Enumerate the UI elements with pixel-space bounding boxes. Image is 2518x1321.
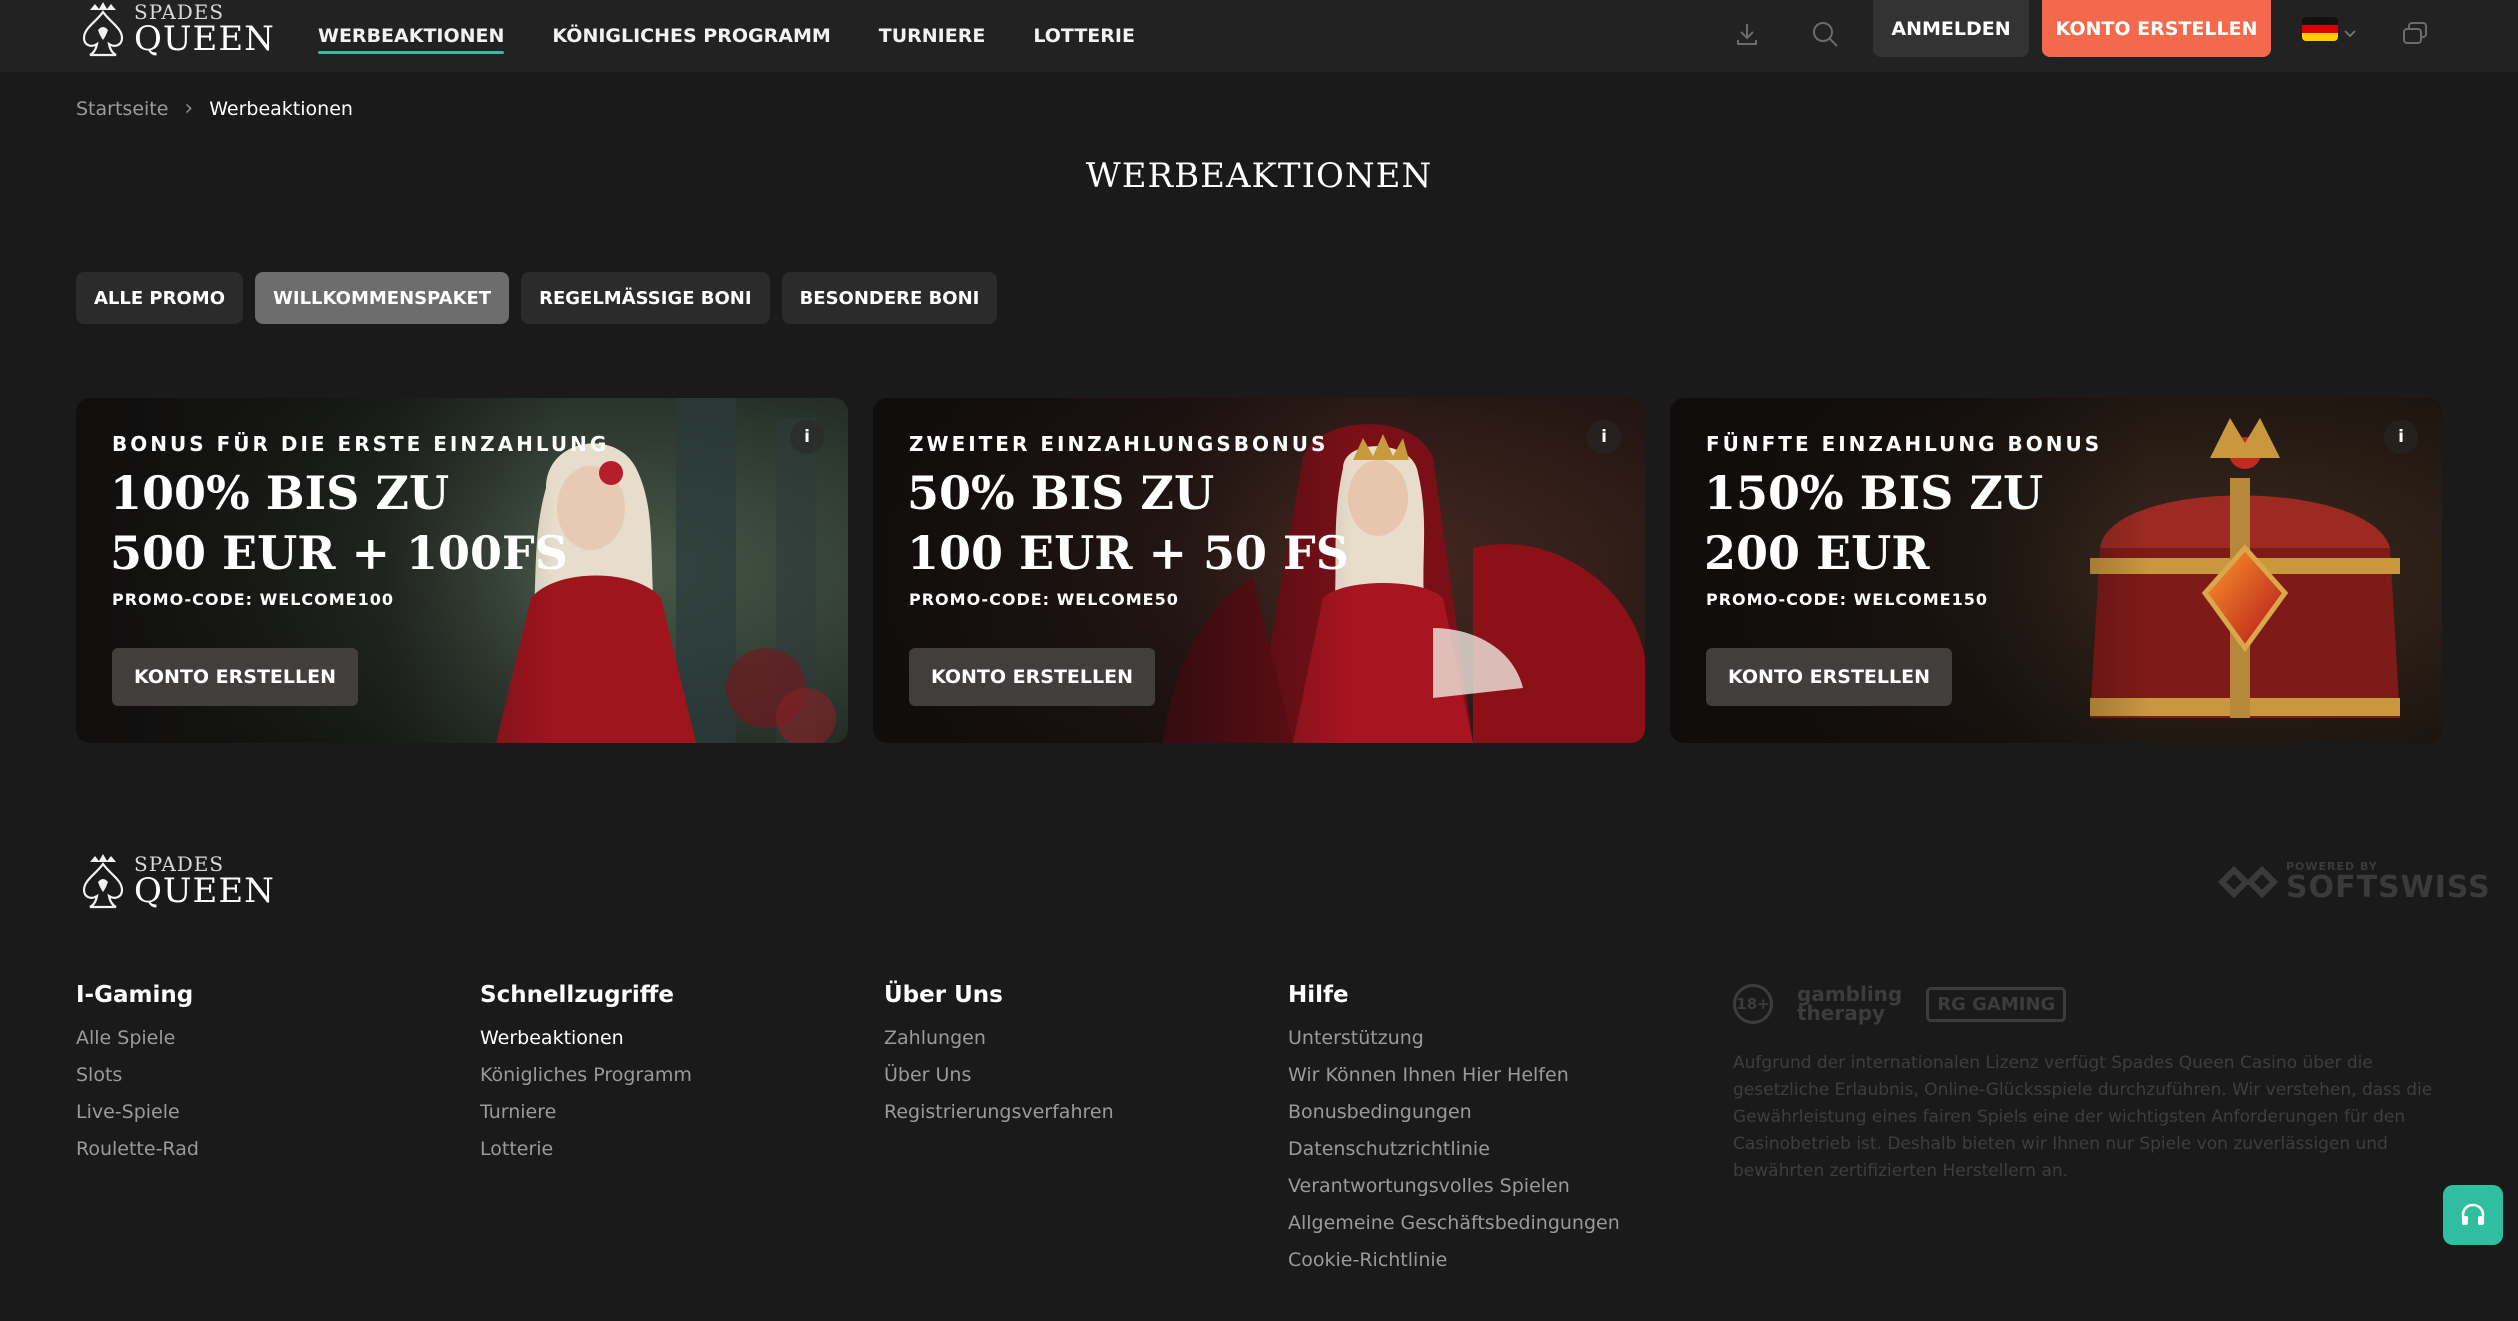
gambling-therapy-badge[interactable]: gambling therapy xyxy=(1797,984,1902,1023)
chevron-down-icon[interactable] xyxy=(2338,14,2362,54)
promo-eyebrow: ZWEITER EINZAHLUNGSBONUS xyxy=(909,432,1329,456)
brand-bottom: QUEEN xyxy=(134,19,275,59)
top-header: SPADES QUEEN WERBEAKTIONEN KÖNIGLICHES P… xyxy=(0,0,2518,72)
promo-headline-2: 500 EUR + 100FS xyxy=(110,526,568,580)
footer-link[interactable]: Verantwortungsvolles Spielen xyxy=(1288,1174,1620,1211)
softswiss-mark-icon xyxy=(2218,865,2278,898)
page-title: WERBEAKTIONEN xyxy=(1085,156,1433,196)
rg-gaming-badge[interactable]: RG GAMING xyxy=(1926,986,2067,1022)
filter-alle-promo[interactable]: ALLE PROMO xyxy=(76,272,244,324)
footer-column-about: Über Uns Zahlungen Über Uns Registrierun… xyxy=(884,982,1114,1137)
filter-besondere-boni[interactable]: BESONDERE BONI xyxy=(781,272,998,324)
create-account-button[interactable]: KONTO ERSTELLEN xyxy=(909,648,1155,706)
brand-bottom: QUEEN xyxy=(134,871,275,911)
chevron-right-icon: › xyxy=(184,96,194,121)
promo-eyebrow: FÜNFTE EINZAHLUNG BONUS xyxy=(1706,432,2103,456)
create-account-button[interactable]: KONTO ERSTELLEN xyxy=(112,648,358,706)
footer-column-title: Über Uns xyxy=(884,982,1003,1008)
footer-link[interactable]: Registrierungsverfahren xyxy=(884,1100,1114,1137)
promo-card[interactable]: FÜNFTE EINZAHLUNG BONUS 150% BIS ZU 200 … xyxy=(1670,398,2442,743)
promo-eyebrow: BONUS FÜR DIE ERSTE EINZAHLUNG xyxy=(112,432,610,456)
promo-filter-tabs: ALLE PROMO WILLKOMMENSPAKET REGELMÄSSIGE… xyxy=(76,272,998,324)
footer-link[interactable]: Wir Können Ihnen Hier Helfen xyxy=(1288,1063,1620,1100)
footer-link[interactable]: Zahlungen xyxy=(884,1026,1114,1063)
filter-regelmaessige-boni[interactable]: REGELMÄSSIGE BONI xyxy=(521,272,770,324)
promo-card[interactable]: BONUS FÜR DIE ERSTE EINZAHLUNG 100% BIS … xyxy=(76,398,848,743)
info-icon[interactable]: i xyxy=(1587,420,1621,454)
promo-code: PROMO-CODE: WELCOME150 xyxy=(1706,590,1988,609)
footer-logo[interactable]: SPADES QUEEN xyxy=(76,852,275,910)
headset-icon xyxy=(2461,1203,2485,1225)
footer-link[interactable]: Allgemeine Geschäftsbedingungen xyxy=(1288,1211,1620,1248)
filter-willkommenspaket[interactable]: WILLKOMMENSPAKET xyxy=(255,272,510,324)
nav-koenigliches-programm[interactable]: KÖNIGLICHES PROGRAMM xyxy=(552,0,830,72)
nav-lotterie[interactable]: LOTTERIE xyxy=(1033,0,1135,72)
chat-icon[interactable] xyxy=(2395,14,2435,54)
nav-werbeaktionen[interactable]: WERBEAKTIONEN xyxy=(318,0,505,72)
create-account-button[interactable]: KONTO ERSTELLEN xyxy=(1706,648,1952,706)
footer-link[interactable]: Live-Spiele xyxy=(76,1100,199,1137)
promo-headline-1: 50% BIS ZU xyxy=(907,466,1215,520)
promo-headline-1: 150% BIS ZU xyxy=(1704,466,2044,520)
footer-column-title: Schnellzugriffe xyxy=(480,982,674,1008)
promo-card[interactable]: ZWEITER EINZAHLUNGSBONUS 50% BIS ZU 100 … xyxy=(873,398,1645,743)
footer-link[interactable]: Datenschutzrichtlinie xyxy=(1288,1137,1620,1174)
footer-column-title: Hilfe xyxy=(1288,982,1349,1008)
promo-headline-1: 100% BIS ZU xyxy=(110,466,450,520)
promo-headline-2: 200 EUR xyxy=(1704,526,1930,580)
footer-link[interactable]: Turniere xyxy=(480,1100,692,1137)
spade-crown-icon xyxy=(82,854,124,909)
footer-column-help: Hilfe Unterstützung Wir Können Ihnen Hie… xyxy=(1288,982,1620,1285)
login-button[interactable]: ANMELDEN xyxy=(1873,0,2029,57)
footer-link[interactable]: Werbeaktionen xyxy=(480,1026,692,1063)
breadcrumb-current: Werbeaktionen xyxy=(209,97,353,120)
info-icon[interactable]: i xyxy=(790,420,824,454)
promo-code: PROMO-CODE: WELCOME50 xyxy=(909,590,1179,609)
age-18-badge[interactable]: 18+ xyxy=(1733,984,1773,1024)
breadcrumb: Startseite › Werbeaktionen xyxy=(76,96,353,121)
footer-link[interactable]: Über Uns xyxy=(884,1063,1114,1100)
footer-link[interactable]: Königliches Programm xyxy=(480,1063,692,1100)
breadcrumb-home[interactable]: Startseite xyxy=(76,98,168,120)
provider-name: SOFTSWISS xyxy=(2286,870,2491,905)
signup-button[interactable]: KONTO ERSTELLEN xyxy=(2042,0,2271,57)
footer-column-igaming: I-Gaming Alle Spiele Slots Live-Spiele R… xyxy=(76,982,199,1174)
footer-link[interactable]: Unterstützung xyxy=(1288,1026,1620,1063)
footer-link[interactable]: Roulette-Rad xyxy=(76,1137,199,1174)
license-disclaimer: Aufgrund der internationalen Lizenz verf… xyxy=(1733,1053,2433,1181)
promo-code: PROMO-CODE: WELCOME100 xyxy=(112,590,394,609)
spade-crown-icon xyxy=(82,2,124,57)
footer-link[interactable]: Bonusbedingungen xyxy=(1288,1100,1620,1137)
german-flag-icon[interactable] xyxy=(2302,17,2338,41)
nav-turniere[interactable]: TURNIERE xyxy=(879,0,986,72)
brand-logo[interactable]: SPADES QUEEN xyxy=(76,0,275,58)
softswiss-logo: POWERED BY SOFTSWISS xyxy=(2218,860,2491,903)
footer-link[interactable]: Alle Spiele xyxy=(76,1026,199,1063)
main-nav: WERBEAKTIONEN KÖNIGLICHES PROGRAMM TURNI… xyxy=(318,0,1135,72)
footer-link[interactable]: Lotterie xyxy=(480,1137,692,1174)
info-icon[interactable]: i xyxy=(2384,420,2418,454)
compliance-badges: 18+ gambling therapy RG GAMING xyxy=(1733,984,2067,1024)
download-icon[interactable] xyxy=(1727,14,1767,54)
support-chat-button[interactable] xyxy=(2443,1185,2503,1245)
footer-link[interactable]: Slots xyxy=(76,1063,199,1100)
footer-column-quicklinks: Schnellzugriffe Werbeaktionen Königliche… xyxy=(480,982,692,1174)
footer-column-title: I-Gaming xyxy=(76,982,194,1008)
footer-link[interactable]: Cookie-Richtlinie xyxy=(1288,1248,1620,1285)
search-icon[interactable] xyxy=(1805,14,1845,54)
promo-headline-2: 100 EUR + 50 FS xyxy=(907,526,1349,580)
